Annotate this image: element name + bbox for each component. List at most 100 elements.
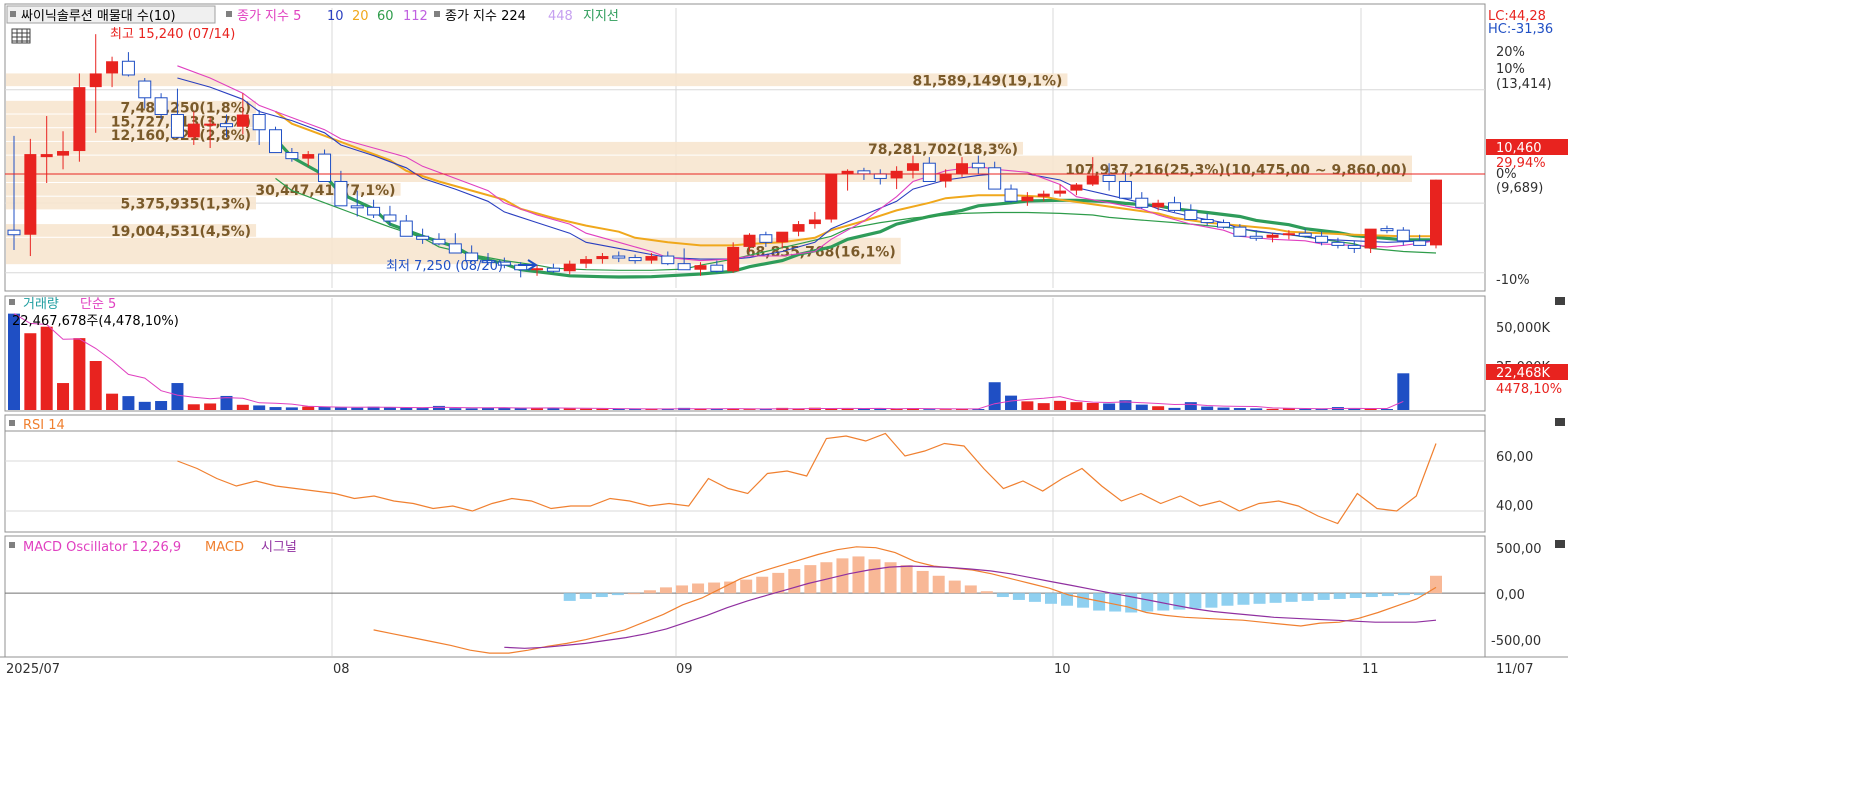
x-label-2025-07: 2025/07 xyxy=(6,662,60,677)
volume-bar xyxy=(1152,406,1165,410)
volume-profile-label: 19,004,531(4,5%) xyxy=(111,224,251,240)
macd-osc-legend[interactable]: MACD Oscillator 12,26,9 xyxy=(23,540,181,555)
candle-body xyxy=(890,170,903,179)
volume-bar xyxy=(1086,402,1099,410)
macd-oscillator-bar xyxy=(627,593,640,595)
stock-chart-window: 81,589,149(19,1%)7,488,250(1,8%)15,727,1… xyxy=(0,0,1568,681)
candle-body xyxy=(448,243,462,254)
volume-panel-close-icon[interactable] xyxy=(1555,297,1565,305)
table-grid-icon[interactable] xyxy=(11,28,31,44)
volume-bar xyxy=(122,396,135,410)
legend-marker-square xyxy=(9,542,15,548)
rsi-legend[interactable]: RSI 14 xyxy=(23,418,65,433)
macd-oscillator-bar xyxy=(1077,593,1090,608)
candle-body xyxy=(857,170,871,175)
volume-bar xyxy=(204,403,217,410)
candle-body xyxy=(432,238,446,245)
volume-bar xyxy=(318,406,331,410)
candle-body xyxy=(367,206,381,216)
axis-label-plus10: 10% xyxy=(1496,62,1525,77)
macd-oscillator-bar xyxy=(916,570,929,594)
candle-body xyxy=(776,231,789,243)
macd-oscillator-bar xyxy=(579,593,592,599)
signal-legend[interactable]: 시그널 xyxy=(261,540,297,555)
candle-body xyxy=(906,163,919,171)
candle-body xyxy=(808,219,821,225)
volume-bar xyxy=(923,409,936,410)
x-label-09: 09 xyxy=(676,662,693,677)
candle-body xyxy=(1102,174,1116,182)
candle-body xyxy=(1396,229,1410,242)
candle-body xyxy=(138,80,152,99)
volume-bar xyxy=(1364,408,1377,410)
candle-body xyxy=(1167,202,1181,211)
candle-body xyxy=(1004,188,1018,202)
x-label-right: 11/07 xyxy=(1496,662,1533,677)
candle-body xyxy=(1054,190,1067,194)
volume-bar xyxy=(73,338,86,410)
macd-oscillator-bar xyxy=(1012,593,1025,600)
volume-bar xyxy=(1233,408,1246,410)
candle-body xyxy=(939,173,952,182)
macd-oscillator-bar xyxy=(611,593,624,596)
rsi-axis-40: 40,00 xyxy=(1496,499,1533,514)
volume-bar xyxy=(988,382,1001,410)
candle-body xyxy=(187,123,200,138)
macd-oscillator-bar xyxy=(948,580,961,594)
legend-close-index[interactable]: 종가 지수 5 xyxy=(237,9,301,24)
macd-oscillator-bar xyxy=(852,556,865,594)
macd-axis-500: 500,00 xyxy=(1496,542,1542,557)
macd-oscillator-bar xyxy=(740,579,753,594)
candle-body xyxy=(628,257,642,262)
macd-oscillator-bar xyxy=(804,565,817,594)
candle-body xyxy=(302,154,315,159)
macd-axis-minus500: -500,00 xyxy=(1491,634,1541,649)
candle-body xyxy=(219,123,233,128)
volume-legend[interactable]: 거래량 xyxy=(23,297,59,312)
candle-body xyxy=(1298,232,1312,237)
volume-bar xyxy=(400,407,413,410)
legend-marker-square xyxy=(226,11,232,17)
candle-body xyxy=(596,256,609,260)
volume-bar xyxy=(1070,402,1083,410)
candle-body xyxy=(1347,244,1361,249)
macd-oscillator-bar xyxy=(1044,593,1057,604)
axis-label-plus10-price: (13,414) xyxy=(1496,77,1552,92)
volume-bar xyxy=(24,333,37,410)
macd-oscillator-bar xyxy=(772,572,785,594)
x-label-11: 11 xyxy=(1362,662,1379,677)
volume-last-value: 22,467,678주(4,478,10%) xyxy=(12,314,179,329)
macd-oscillator-bar xyxy=(932,575,945,594)
current-price-value: 10,460 xyxy=(1496,141,1542,156)
candle-body xyxy=(580,259,593,264)
volume-bar xyxy=(302,406,315,410)
lowest-price-marker: 최저 7,250 (08/20) xyxy=(386,259,503,274)
macd-oscillator-bar xyxy=(676,585,689,594)
candle-body xyxy=(252,114,266,131)
candle-body xyxy=(1282,233,1295,236)
candle-body xyxy=(1315,235,1329,243)
volume-bar xyxy=(465,408,478,410)
candle-body xyxy=(334,180,348,207)
macd-oscillator-bar xyxy=(788,569,801,594)
candle-body xyxy=(399,220,413,237)
volume-bar xyxy=(253,405,266,410)
rsi-axis-60: 60,00 xyxy=(1496,450,1533,465)
volume-bar xyxy=(449,408,462,410)
macd-panel-close-icon[interactable] xyxy=(1555,540,1565,548)
legend-ma112: 112 xyxy=(403,9,428,24)
legend-title[interactable]: 싸이닉솔루션 매물대 수(10) xyxy=(21,9,176,24)
volume-ma-legend[interactable]: 단순 5 xyxy=(80,297,116,312)
rsi-panel-close-icon[interactable] xyxy=(1555,418,1565,426)
volume-bar xyxy=(1103,403,1116,410)
macd-oscillator-bar xyxy=(1333,593,1346,599)
volume-bar xyxy=(155,401,168,410)
volume-bar xyxy=(1217,407,1230,410)
candle-body xyxy=(956,163,968,174)
volume-bar xyxy=(1266,408,1279,410)
candle-body xyxy=(318,153,332,182)
axis-label-zero: 0% xyxy=(1496,167,1517,182)
macd-legend[interactable]: MACD xyxy=(205,540,244,555)
legend-close-index-2[interactable]: 종가 지수 224 xyxy=(445,9,526,24)
candle-body xyxy=(350,205,364,209)
